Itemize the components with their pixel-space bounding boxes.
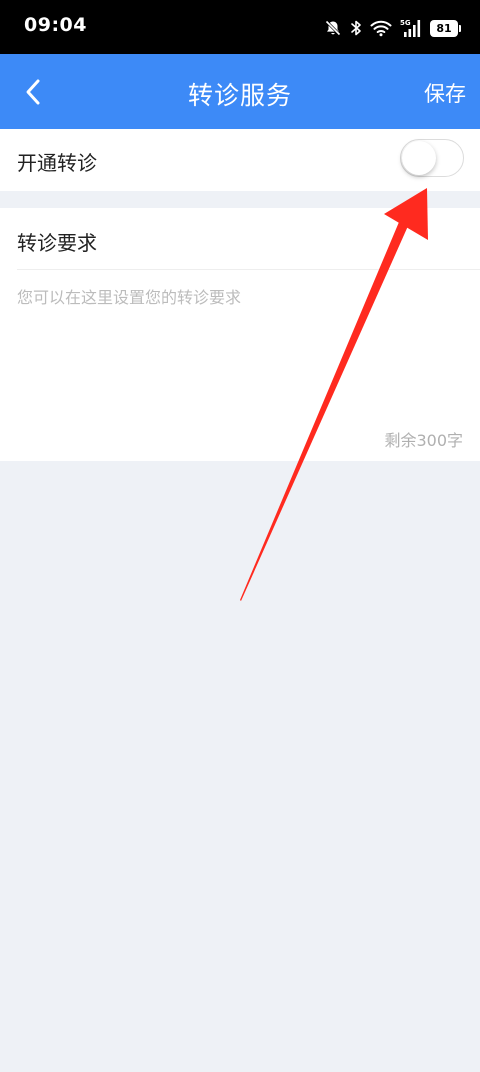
save-button[interactable]: 保存 — [424, 78, 466, 108]
signal-icon: 5G — [400, 19, 421, 37]
mute-icon — [325, 20, 341, 36]
referral-toggle-row: 开通转诊 — [0, 129, 480, 191]
divider — [17, 269, 480, 270]
nav-bar: 转诊服务 保存 — [0, 54, 480, 129]
referral-toggle-label: 开通转诊 — [17, 151, 97, 175]
wifi-icon — [370, 20, 392, 37]
network-type-label: 5G — [400, 19, 411, 27]
battery-icon: 81 — [430, 19, 461, 37]
requirements-section: 转诊要求 剩余300字 — [0, 208, 480, 461]
remaining-char-count: 剩余300字 — [384, 431, 463, 450]
status-bar: 09:04 5G 81 — [0, 0, 480, 54]
bluetooth-icon — [351, 20, 361, 36]
requirements-input[interactable] — [17, 284, 463, 414]
status-icons: 5G 81 — [324, 14, 461, 42]
page-title: 转诊服务 — [187, 81, 292, 110]
status-time: 09:04 — [24, 14, 87, 36]
referral-toggle-switch[interactable] — [400, 139, 464, 177]
toggle-knob — [402, 141, 436, 175]
requirements-title: 转诊要求 — [17, 231, 97, 255]
